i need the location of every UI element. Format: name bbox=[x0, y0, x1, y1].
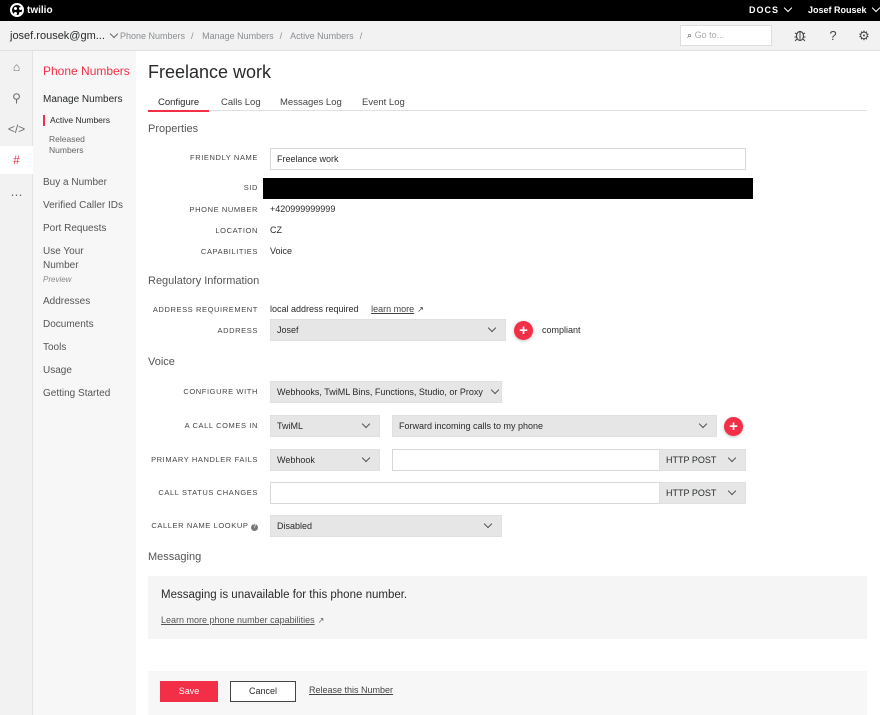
location-label: LOCATION bbox=[215, 226, 258, 235]
hash-icon[interactable]: # bbox=[0, 146, 33, 174]
capabilities-label: CAPABILITIES bbox=[200, 247, 258, 256]
address-requirement-label: ADDRESS REQUIREMENT bbox=[152, 305, 258, 314]
chevron-down-icon bbox=[871, 3, 880, 13]
address-select[interactable]: Josef bbox=[270, 319, 506, 341]
primary-handler-url-field[interactable] bbox=[392, 449, 660, 471]
nav-use-your-number[interactable]: Use Your Number Preview bbox=[43, 245, 84, 287]
user-menu[interactable]: Josef Rousek bbox=[808, 3, 880, 15]
phone-number-value: +420999999999 bbox=[270, 204, 336, 214]
product-rail: ⌂ ⚲ </> # ⋯ bbox=[0, 51, 33, 715]
release-number-link[interactable]: Release this Number bbox=[309, 685, 393, 695]
tab-configure[interactable]: Configure bbox=[148, 97, 210, 112]
nav-released-numbers[interactable]: Released Numbers bbox=[43, 134, 85, 156]
chevron-down-icon bbox=[483, 519, 493, 529]
tab-event-log[interactable]: Event Log bbox=[362, 97, 405, 108]
account-switcher[interactable]: josef.rousek@gm... bbox=[10, 29, 119, 42]
configure-with-label: CONFIGURE WITH bbox=[183, 387, 258, 396]
docs-menu[interactable]: DOCS bbox=[749, 3, 793, 15]
properties-heading: Properties bbox=[148, 123, 199, 135]
address-requirement-value: local address required learn more ↗ bbox=[270, 304, 424, 314]
breadcrumb: Phone Numbers / Manage Numbers / Active Nu… bbox=[120, 31, 363, 41]
phone-number-label: PHONE NUMBER bbox=[189, 205, 258, 214]
call-comes-in-label: A CALL COMES IN bbox=[184, 421, 258, 430]
address-label: ADDRESS bbox=[217, 326, 258, 335]
help-icon[interactable]: ? bbox=[825, 28, 841, 44]
primary-handler-type-select[interactable]: Webhook bbox=[270, 449, 380, 471]
search-input[interactable]: ⌕ Go to... bbox=[680, 25, 772, 46]
call-comes-in-type-select[interactable]: TwiML bbox=[270, 415, 380, 437]
chevron-down-icon bbox=[361, 453, 371, 463]
nav-tools[interactable]: Tools bbox=[43, 341, 66, 355]
chevron-down-icon bbox=[698, 419, 708, 429]
chevron-down-icon bbox=[727, 453, 737, 463]
compliance-status: compliant bbox=[542, 325, 581, 335]
sub-bar: josef.rousek@gm... Phone Numbers / Manage… bbox=[0, 21, 880, 51]
save-button[interactable]: Save bbox=[160, 681, 218, 702]
tab-messages-log[interactable]: Messages Log bbox=[280, 97, 342, 108]
preview-label: Preview bbox=[43, 275, 72, 284]
nav-active-numbers[interactable]: Active Numbers bbox=[43, 115, 110, 126]
nav-addresses[interactable]: Addresses bbox=[43, 295, 90, 309]
add-twiml-button[interactable]: + bbox=[724, 417, 743, 436]
gear-icon[interactable]: ⚙ bbox=[856, 28, 872, 44]
link-icon[interactable]: ⚲ bbox=[0, 84, 33, 112]
configure-with-select[interactable]: Webhooks, TwiML Bins, Functions, Studio,… bbox=[270, 381, 502, 403]
chevron-down-icon bbox=[490, 385, 500, 395]
chevron-down-icon bbox=[487, 323, 497, 333]
messaging-unavailable-panel: Messaging is unavailable for this phone … bbox=[148, 576, 867, 639]
side-nav-title[interactable]: Phone Numbers bbox=[43, 64, 130, 78]
caller-name-lookup-label: CALLER NAME LOOKUP ? bbox=[151, 521, 258, 531]
call-status-changes-label: CALL STATUS CHANGES bbox=[158, 488, 258, 497]
call-status-method-select[interactable]: HTTP POST bbox=[659, 482, 746, 504]
sid-redacted bbox=[263, 178, 753, 199]
home-icon[interactable]: ⌂ bbox=[0, 53, 33, 81]
breadcrumb-phone-numbers[interactable]: Phone Numbers bbox=[120, 31, 185, 41]
primary-handler-method-select[interactable]: HTTP POST bbox=[659, 449, 746, 471]
nav-manage-numbers[interactable]: Manage Numbers bbox=[43, 93, 122, 107]
main-content: Freelance work Configure Calls Log Messa… bbox=[136, 51, 880, 715]
brand-name: twilio bbox=[27, 4, 53, 16]
primary-handler-fails-label: PRIMARY HANDLER FAILS bbox=[151, 455, 258, 464]
sid-label: SID bbox=[243, 183, 258, 192]
breadcrumb-active-numbers[interactable]: Active Numbers bbox=[290, 31, 354, 41]
chevron-down-icon bbox=[361, 419, 371, 429]
voice-heading: Voice bbox=[148, 356, 175, 368]
side-nav: Phone Numbers Manage Numbers Active Numb… bbox=[33, 51, 136, 715]
cancel-button[interactable]: Cancel bbox=[230, 681, 296, 702]
chevron-down-icon bbox=[783, 3, 793, 13]
nav-usage[interactable]: Usage bbox=[43, 364, 72, 378]
learn-more-link[interactable]: learn more bbox=[371, 304, 414, 314]
twilio-logo-icon bbox=[10, 3, 24, 17]
regulatory-heading: Regulatory Information bbox=[148, 275, 260, 287]
form-footer: Save Cancel Release this Number bbox=[148, 671, 867, 715]
nav-documents[interactable]: Documents bbox=[43, 318, 94, 332]
messaging-heading: Messaging bbox=[148, 551, 202, 563]
chevron-down-icon bbox=[109, 29, 119, 39]
debugger-bug-icon[interactable] bbox=[792, 28, 808, 44]
call-comes-in-twiml-select[interactable]: Forward incoming calls to my phone bbox=[392, 415, 717, 437]
chevron-down-icon bbox=[727, 486, 737, 496]
add-address-button[interactable]: + bbox=[514, 321, 533, 340]
learn-more-capabilities-link[interactable]: Learn more phone number capabilities ↗ bbox=[161, 615, 324, 625]
call-status-url-field[interactable] bbox=[270, 482, 660, 504]
external-link-icon: ↗ bbox=[417, 305, 424, 314]
tab-calls-log[interactable]: Calls Log bbox=[221, 97, 261, 108]
tab-bar: Configure Calls Log Messages Log Event L… bbox=[148, 95, 867, 112]
external-link-icon: ↗ bbox=[317, 616, 325, 625]
breadcrumb-manage-numbers[interactable]: Manage Numbers bbox=[202, 31, 274, 41]
top-bar: twilio DOCS Josef Rousek bbox=[0, 0, 880, 21]
messaging-unavailable-text: Messaging is unavailable for this phone … bbox=[161, 589, 408, 601]
search-icon: ⌕ bbox=[687, 30, 693, 40]
info-icon[interactable]: ? bbox=[251, 524, 258, 531]
code-icon[interactable]: </> bbox=[0, 115, 33, 143]
location-value: CZ bbox=[270, 225, 282, 235]
twilio-logo[interactable]: twilio bbox=[10, 3, 53, 17]
friendly-name-field[interactable]: Freelance work bbox=[270, 148, 746, 170]
capabilities-value: Voice bbox=[270, 246, 293, 256]
page-title: Freelance work bbox=[148, 62, 272, 82]
more-icon[interactable]: ⋯ bbox=[0, 181, 33, 209]
caller-name-lookup-select[interactable]: Disabled bbox=[270, 515, 502, 537]
friendly-name-label: FRIENDLY NAME bbox=[190, 153, 258, 162]
